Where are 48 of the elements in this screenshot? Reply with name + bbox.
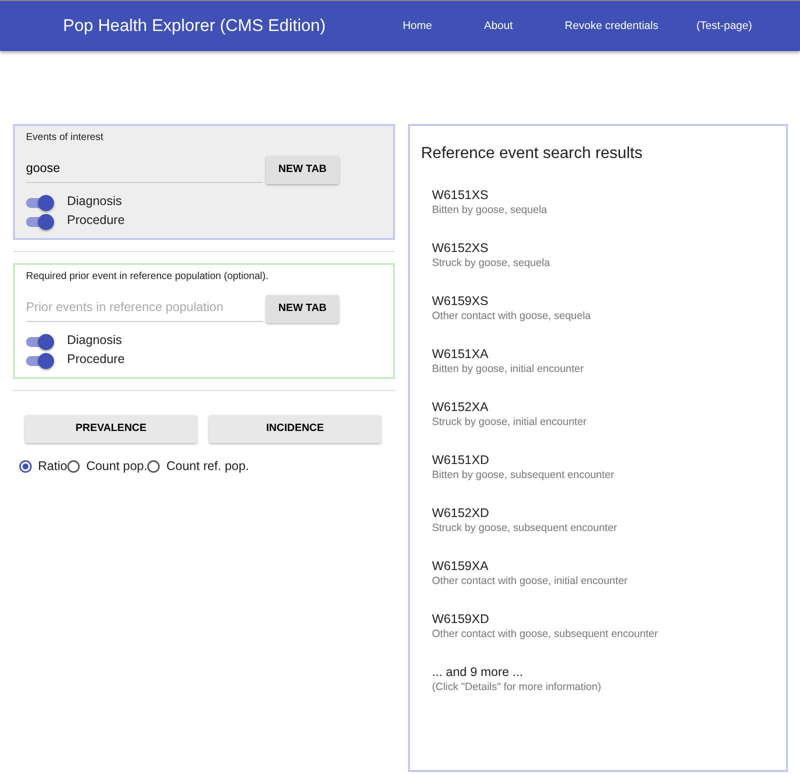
result-code: W6159XA: [432, 559, 490, 574]
search-field[interactable]: goose: [26, 157, 263, 183]
result-code: W6151XS: [432, 188, 490, 204]
result-code: W6151XD: [432, 453, 490, 468]
toggle-switch[interactable]: [26, 352, 54, 366]
search-field[interactable]: Prior events in reference population: [26, 296, 263, 322]
toggle-label: Procedure: [67, 351, 125, 368]
radio-button[interactable]: [67, 460, 80, 473]
nav-link[interactable]: Home: [376, 18, 458, 34]
toggle-switch[interactable]: [26, 194, 54, 208]
results-title: Reference event search results: [421, 144, 644, 164]
toggle-switch[interactable]: [26, 214, 54, 228]
new-tab-button[interactable]: NEW TAB: [266, 156, 339, 184]
radio-label: Count ref. pop.: [166, 458, 250, 475]
result-description: Struck by goose, subsequent encounter: [432, 521, 618, 536]
panel-label: Events of interest: [26, 131, 104, 145]
result-code: W6159XS: [432, 294, 490, 310]
radio-button[interactable]: [147, 460, 160, 473]
result-description: Other contact with goose, sequela: [432, 309, 592, 324]
nav-link[interactable]: (Test-page): [684, 18, 752, 34]
result-code: W6152XD: [432, 506, 490, 522]
panel-label: Required prior event in reference population (optional).: [26, 270, 270, 284]
result-description: Other contact with goose, initial encounter: [432, 574, 629, 588]
result-code: ... and 9 more ...: [432, 665, 524, 680]
radio-button[interactable]: [19, 460, 32, 473]
result-code: W6159XD: [432, 612, 490, 628]
toggle-switch[interactable]: [26, 334, 54, 348]
app-title: Pop Health Explorer (CMS Edition): [63, 15, 326, 38]
result-description: Bitten by goose, subsequent encounter: [432, 468, 616, 482]
result-code: W6152XA: [432, 400, 490, 416]
result-code: W6152XS: [432, 241, 490, 256]
result-description: Bitten by goose, initial encounter: [432, 362, 585, 376]
result-description: Other contact with goose, subsequent encounter: [432, 627, 659, 642]
toggle-label: Procedure: [67, 212, 125, 230]
action-button[interactable]: INCIDENCE: [209, 415, 381, 443]
toggle-label: Diagnosis: [67, 332, 122, 350]
result-description: Struck by goose, sequela: [432, 256, 551, 270]
new-tab-button[interactable]: NEW TAB: [266, 295, 339, 323]
radio-label: Ratio: [38, 458, 68, 475]
radio-label: Count pop.: [86, 458, 148, 475]
result-description: Struck by goose, initial encounter: [432, 415, 588, 430]
toggle-label: Diagnosis: [67, 193, 122, 210]
result-description: (Click "Details" for more information): [432, 680, 602, 694]
nav-link[interactable]: Revoke credentials: [538, 18, 684, 34]
result-description: Bitten by goose, sequela: [432, 203, 548, 218]
action-button[interactable]: PREVALENCE: [25, 415, 197, 443]
nav-link[interactable]: About: [458, 18, 539, 34]
result-code: W6151XA: [432, 347, 490, 362]
